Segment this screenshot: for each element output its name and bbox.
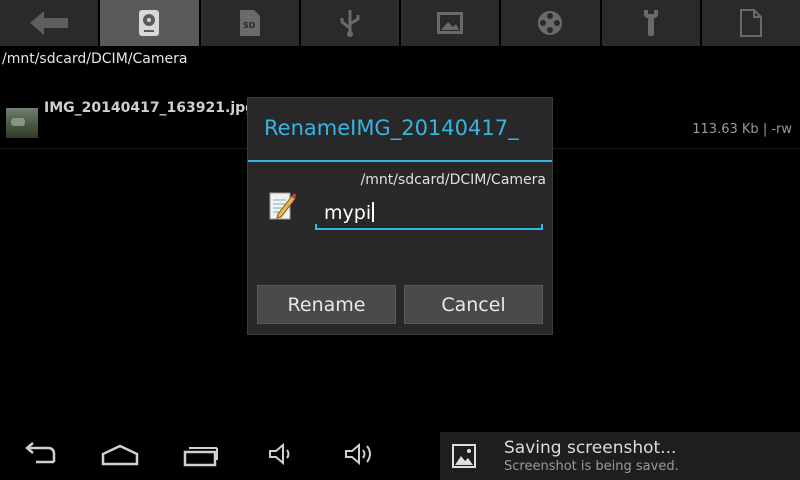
tab-videos[interactable]	[501, 0, 600, 46]
new-name-value: mypi	[324, 202, 374, 224]
tab-sd-card[interactable]: SD	[200, 0, 299, 46]
wrench-icon	[643, 10, 658, 36]
notification-subtitle: Screenshot is being saved.	[504, 459, 679, 474]
tab-usb[interactable]	[300, 0, 399, 46]
file-name: IMG_20140417_163921.jpg	[44, 100, 256, 116]
file-permissions: | -rw	[762, 122, 792, 137]
back-arrow-icon	[30, 11, 69, 35]
screenshot-image-icon	[452, 444, 476, 468]
sd-card-icon: SD	[239, 10, 260, 36]
top-tab-bar: SD	[0, 0, 800, 46]
file-icon	[739, 9, 762, 37]
system-nav-bar	[0, 430, 440, 480]
home-icon[interactable]	[100, 442, 140, 468]
usb-icon	[340, 10, 360, 37]
volume-up-icon[interactable]	[344, 442, 376, 466]
dialog-path: /mnt/sdcard/DCIM/Camera	[360, 172, 546, 188]
rename-button[interactable]: Rename	[257, 285, 396, 324]
current-path: /mnt/sdcard/DCIM/Camera	[2, 51, 188, 67]
input-underline	[315, 228, 543, 230]
tab-files[interactable]	[701, 0, 800, 46]
tab-images[interactable]	[401, 0, 500, 46]
edit-document-icon	[268, 190, 296, 226]
dialog-title: RenameIMG_20140417_	[264, 116, 519, 140]
tab-tools[interactable]	[601, 0, 700, 46]
dialog-title-divider	[248, 160, 552, 162]
file-thumbnail	[6, 108, 38, 138]
rename-dialog: RenameIMG_20140417_ /mnt/sdcard/DCIM/Cam…	[248, 98, 552, 334]
file-meta: 113.63 Kb | -rw	[692, 122, 792, 137]
svg-text:SD: SD	[243, 21, 256, 30]
film-reel-icon	[538, 11, 563, 35]
notification-title: Saving screenshot...	[504, 438, 677, 458]
recent-apps-icon[interactable]	[182, 442, 220, 468]
cancel-button[interactable]: Cancel	[404, 285, 543, 324]
screenshot-notification[interactable]: Saving screenshot... Screenshot is being…	[440, 432, 800, 480]
new-name-input[interactable]: mypi	[315, 198, 543, 230]
file-size: 113.63 Kb	[692, 122, 759, 137]
text-cursor	[372, 202, 374, 222]
back-icon[interactable]	[22, 442, 58, 466]
tab-internal-storage[interactable]	[100, 0, 199, 46]
tab-back[interactable]	[0, 0, 99, 46]
image-icon	[437, 12, 464, 34]
volume-down-icon[interactable]	[268, 442, 294, 466]
internal-storage-icon	[139, 10, 160, 36]
